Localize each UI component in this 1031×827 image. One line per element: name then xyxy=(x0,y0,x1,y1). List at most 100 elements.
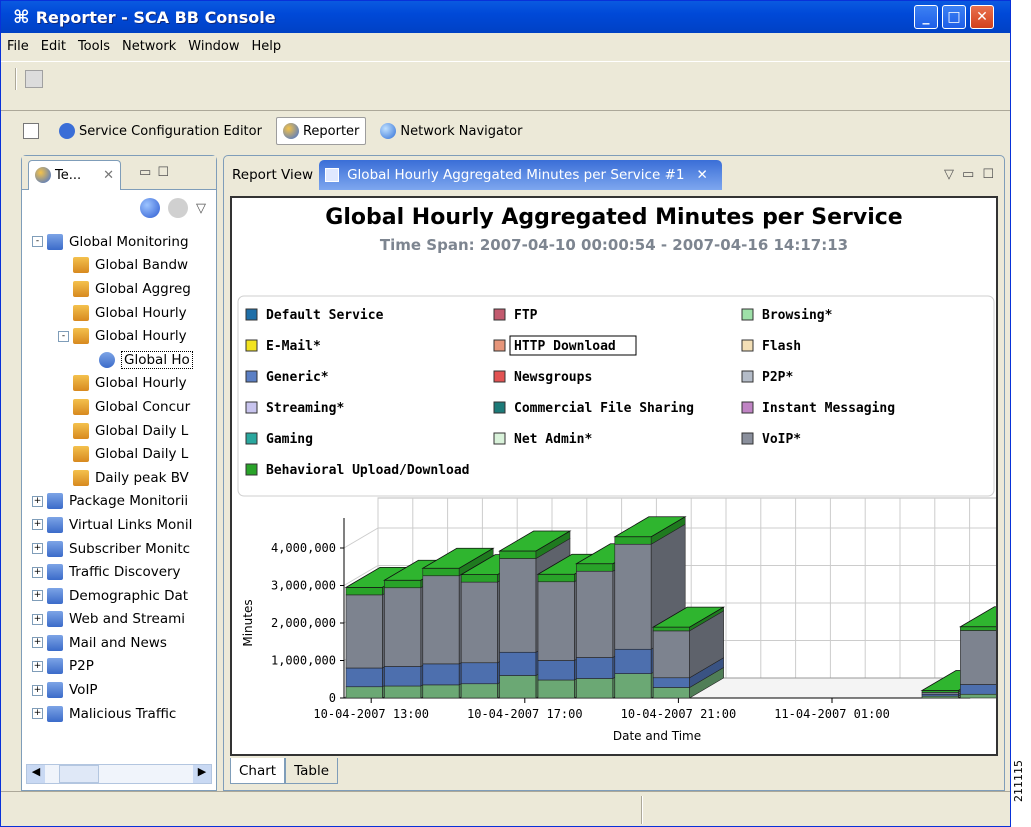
report-editor-area: Report View Global Hourly Aggregated Min… xyxy=(223,155,1031,791)
expand-icon[interactable]: + xyxy=(32,590,43,602)
expand-icon[interactable]: + xyxy=(32,637,43,649)
minimize-view-icon[interactable]: ▭ xyxy=(139,165,151,180)
tree-item[interactable]: Global Hourly xyxy=(22,301,216,325)
legend-swatch xyxy=(245,401,258,414)
tree-item-label: Package Monitorii xyxy=(69,493,189,510)
tree-item[interactable]: Global Hourly xyxy=(22,372,216,396)
minimize-editor-icon[interactable]: ▭ xyxy=(962,167,974,182)
menu-edit[interactable]: Edit xyxy=(41,39,66,54)
tab-templates[interactable]: Te... ✕ xyxy=(28,159,122,190)
folder-icon xyxy=(47,587,63,604)
bar-segment xyxy=(345,594,383,669)
report-instance-icon xyxy=(99,351,115,368)
tab-global-hourly-report[interactable]: Global Hourly Aggregated Minutes per Ser… xyxy=(319,160,722,190)
maximize-view-icon[interactable]: ☐ xyxy=(157,165,169,180)
expand-icon[interactable]: + xyxy=(32,543,43,555)
tree-item[interactable]: Global Concur xyxy=(22,395,216,419)
menu-tools[interactable]: Tools xyxy=(78,39,110,54)
tab-table[interactable]: Table xyxy=(285,758,339,784)
close-tab-icon[interactable]: ✕ xyxy=(696,167,707,183)
horizontal-scrollbar[interactable]: ◀ ▶ xyxy=(26,764,212,784)
bar-segment xyxy=(576,657,614,679)
title-bar[interactable]: ⌘ Reporter - SCA BB Console _ □ ✕ xyxy=(1,1,1010,33)
templates-icon xyxy=(35,167,51,183)
menu-network[interactable]: Network xyxy=(122,39,176,54)
minimize-button[interactable]: _ xyxy=(914,5,938,29)
close-button[interactable]: ✕ xyxy=(970,5,994,29)
tab-label: Global Hourly Aggregated Minutes per Ser… xyxy=(347,167,685,183)
window-title: Reporter - SCA BB Console xyxy=(35,7,276,27)
tree-item[interactable]: + VoIP xyxy=(22,678,216,702)
expand-icon[interactable]: + xyxy=(32,566,43,578)
bar-segment xyxy=(652,630,690,679)
report-icon xyxy=(325,168,340,182)
bar-segment xyxy=(652,687,690,699)
tree-item[interactable]: + Mail and News xyxy=(22,631,216,655)
tree-item[interactable]: - Global Monitoring xyxy=(22,230,216,254)
expand-icon[interactable]: + xyxy=(32,495,43,507)
tree-item[interactable]: + Demographic Dat xyxy=(22,584,216,608)
bar-segment xyxy=(537,660,575,681)
expand-icon[interactable]: + xyxy=(32,613,43,625)
save-icon[interactable] xyxy=(25,70,43,88)
main-toolbar xyxy=(1,61,1010,111)
tree-item[interactable]: Global Bandw xyxy=(22,254,216,278)
tab-report-view[interactable]: Report View xyxy=(226,160,319,190)
tree-item[interactable]: + Package Monitorii xyxy=(22,490,216,514)
perspective-service-configuration-editor[interactable]: Service Configuration Editor xyxy=(53,117,268,145)
scroll-thumb[interactable] xyxy=(59,765,99,783)
add-instance-icon[interactable] xyxy=(168,198,188,218)
expand-icon[interactable]: + xyxy=(32,660,43,672)
bar-segment xyxy=(460,581,498,664)
bar-segment xyxy=(345,587,383,596)
tree-item[interactable]: Global Aggreg xyxy=(22,277,216,301)
legend-label: HTTP Download xyxy=(514,339,616,354)
scroll-left-icon[interactable]: ◀ xyxy=(27,765,45,783)
tree-item[interactable]: + P2P xyxy=(22,655,216,679)
bar-segment xyxy=(960,626,998,631)
editor-menu-icon[interactable]: ▽ xyxy=(944,167,954,182)
menu-file[interactable]: File xyxy=(7,39,29,54)
collapse-icon[interactable]: - xyxy=(58,330,69,342)
run-icon[interactable] xyxy=(140,198,160,218)
tree-item-label: Mail and News xyxy=(69,634,167,651)
chart-table-tabs: Chart Table xyxy=(230,758,339,786)
legend-swatch xyxy=(741,401,754,414)
tree-item[interactable]: + Malicious Traffic xyxy=(22,702,216,726)
service-configuration-icon xyxy=(59,123,75,139)
menu-window[interactable]: Window xyxy=(188,39,239,54)
tree-item[interactable]: Global Daily L xyxy=(22,442,216,466)
scroll-right-icon[interactable]: ▶ xyxy=(193,765,211,783)
tree-item[interactable]: - Global Hourly xyxy=(22,324,216,348)
tree-item[interactable]: Global Daily L xyxy=(22,419,216,443)
close-tab-icon[interactable]: ✕ xyxy=(103,168,114,183)
maximize-button[interactable]: □ xyxy=(942,5,966,29)
tree-item[interactable]: + Web and Streami xyxy=(22,608,216,632)
open-perspective-icon[interactable] xyxy=(23,123,39,139)
expand-icon[interactable]: + xyxy=(32,684,43,696)
tab-chart[interactable]: Chart xyxy=(230,758,286,784)
tree-item[interactable]: Daily peak BV xyxy=(22,466,216,490)
tree-item[interactable]: + Virtual Links Monil xyxy=(22,513,216,537)
y-tick-label: 2,000,000 xyxy=(271,616,336,630)
tree-item[interactable]: + Subscriber Monitc xyxy=(22,537,216,561)
maximize-editor-icon[interactable]: ☐ xyxy=(982,167,994,182)
perspective-reporter[interactable]: Reporter xyxy=(275,117,367,145)
tree-item-label: Traffic Discovery xyxy=(69,564,181,581)
report-template-icon xyxy=(73,304,89,321)
legend-swatch xyxy=(245,432,258,445)
expand-icon[interactable]: + xyxy=(32,708,43,720)
menu-help[interactable]: Help xyxy=(252,39,282,54)
view-menu-icon[interactable]: ▽ xyxy=(196,201,206,216)
tree-item-label: Global Monitoring xyxy=(69,233,189,250)
tree-item[interactable]: Global Ho xyxy=(22,348,216,372)
report-template-icon xyxy=(73,446,89,463)
expand-icon[interactable]: + xyxy=(32,519,43,531)
legend-label: E-Mail* xyxy=(266,339,321,354)
templates-view-tabbar: Te... ✕ ▭ ☐ xyxy=(22,156,216,190)
collapse-icon[interactable]: - xyxy=(32,236,43,248)
tree-item[interactable]: + Traffic Discovery xyxy=(22,560,216,584)
legend-label: Streaming* xyxy=(266,401,344,416)
globe-icon xyxy=(380,123,397,139)
perspective-network-navigator[interactable]: Network Navigator xyxy=(374,117,528,145)
